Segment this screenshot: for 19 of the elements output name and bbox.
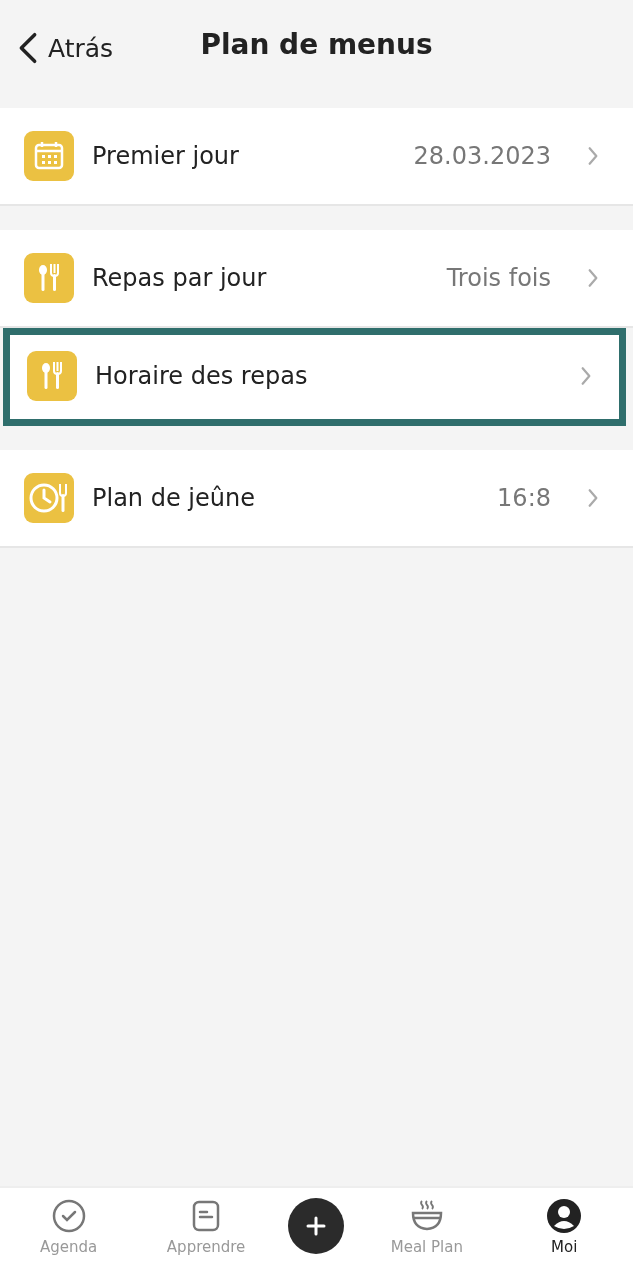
clock-cutlery-icon: [24, 473, 74, 523]
cutlery-icon: [24, 253, 74, 303]
chevron-right-icon: [587, 268, 599, 288]
back-button[interactable]: Atrás: [18, 32, 114, 64]
chevron-right-icon: [587, 488, 599, 508]
settings-row[interactable]: Plan de jeûne 16:8: [0, 450, 633, 548]
settings-row[interactable]: Premier jour 28.03.2023: [0, 108, 633, 206]
cutlery-icon: [27, 351, 77, 401]
tab[interactable]: Moi: [509, 1198, 620, 1256]
settings-row[interactable]: Horaire des repas: [3, 328, 626, 426]
chevron-right-icon: [587, 146, 599, 166]
add-button[interactable]: [288, 1198, 345, 1254]
back-icon: [18, 32, 38, 64]
calendar-icon: [24, 131, 74, 181]
page-title: Plan de menus: [200, 27, 433, 61]
profile-icon: [546, 1198, 583, 1234]
chevron-right-icon: [580, 366, 592, 386]
settings-row[interactable]: Repas par jour Trois fois: [0, 230, 633, 328]
check-circle-icon: [50, 1198, 87, 1234]
